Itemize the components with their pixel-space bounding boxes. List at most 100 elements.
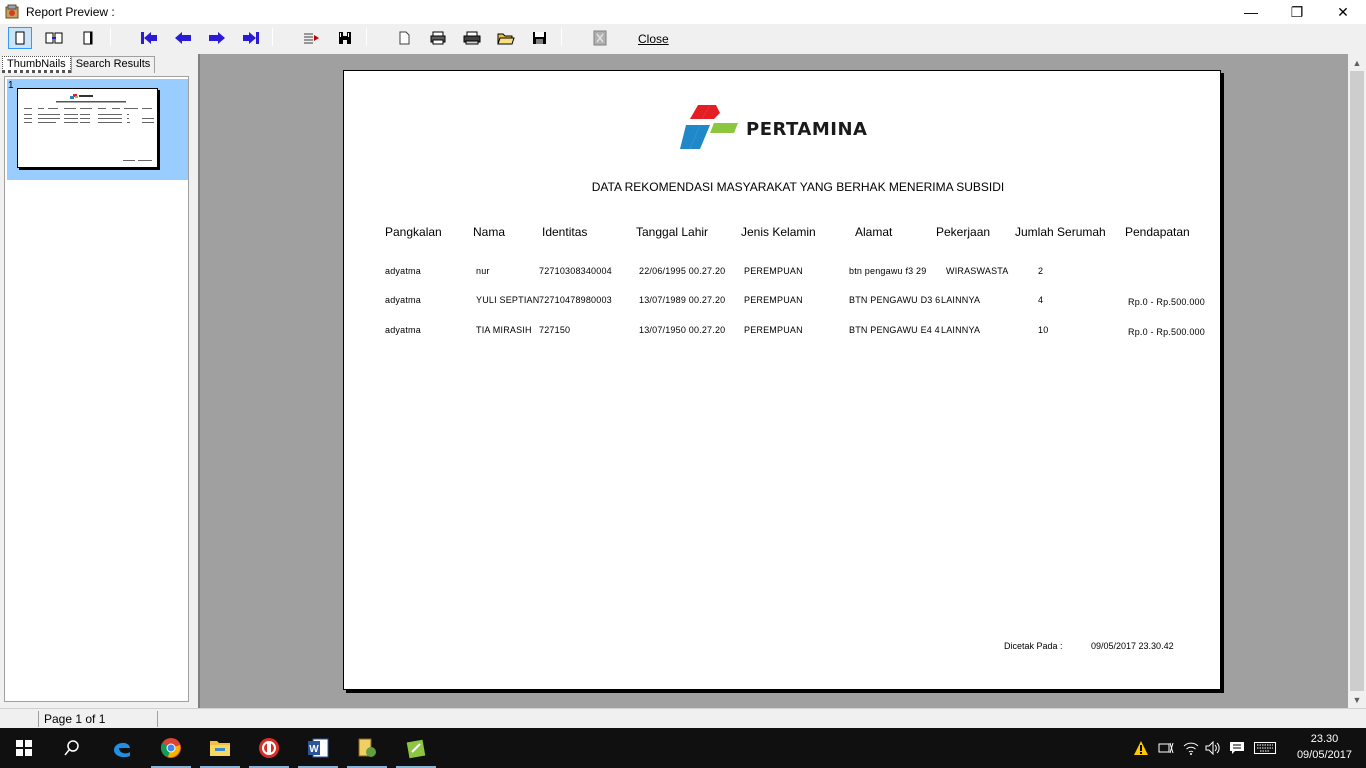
table-cell: nur (476, 266, 490, 276)
save-button[interactable] (528, 27, 552, 49)
report-title: DATA REKOMENDASI MASYARAKAT YANG BERHAK … (591, 180, 1005, 194)
column-header-identitas: Identitas (542, 225, 588, 239)
file-manager-taskbar-button[interactable] (343, 728, 391, 768)
one-page-button[interactable] (8, 27, 32, 49)
export-button[interactable] (588, 27, 612, 49)
word-taskbar-button[interactable]: W (294, 728, 342, 768)
notification-icon[interactable] (1229, 740, 1245, 756)
vertical-scrollbar[interactable]: ▲ ▼ (1348, 54, 1366, 708)
thumbnail-item[interactable]: 1 (7, 79, 188, 180)
last-page-icon (243, 32, 259, 44)
search-icon (64, 740, 79, 756)
notepad-plus-taskbar-button[interactable] (392, 728, 440, 768)
one-page-icon (15, 31, 25, 45)
prev-page-button[interactable] (171, 27, 195, 49)
printed-at-value: 09/05/2017 23.30.42 (1091, 641, 1174, 651)
column-header-nama: Nama (473, 225, 506, 239)
table-cell: 727150 (539, 325, 571, 335)
app-red-taskbar-button[interactable] (245, 728, 293, 768)
table-cell: YULI SEPTIAN (476, 295, 540, 305)
sidebar: ThumbNails Search Results 1 (0, 54, 192, 708)
wifi-icon[interactable] (1183, 740, 1199, 756)
thumbnail-page-preview (17, 88, 158, 168)
table-cell: BTN PENGAWU D3 6 (849, 295, 941, 305)
logo-text: PERTAMINA (746, 119, 868, 140)
network-adapter-icon[interactable] (1158, 740, 1174, 756)
column-header-jumlah-serumah: Jumlah Serumah (1015, 225, 1106, 239)
goto-page-button[interactable] (299, 27, 323, 49)
svg-text:W: W (309, 744, 319, 755)
edge-taskbar-button[interactable] (98, 728, 146, 768)
prev-page-icon (175, 32, 191, 44)
printed-at-label: Dicetak Pada : (1004, 641, 1063, 651)
column-header-pangkalan: Pangkalan (385, 225, 442, 239)
file-explorer-icon (210, 741, 230, 756)
table-cell: WIRASWASTA (946, 266, 1009, 276)
chrome-taskbar-button[interactable] (147, 728, 195, 768)
column-header-pendapatan: Pendapatan (1125, 225, 1190, 239)
table-cell: Rp.0 - Rp.500.000 (1128, 327, 1205, 337)
two-page-button[interactable] (42, 27, 66, 49)
keyboard-icon[interactable] (1254, 740, 1276, 756)
thumbnail-list: 1 (4, 76, 189, 702)
word-icon: W (308, 738, 329, 758)
export-icon (593, 30, 607, 46)
scroll-up-icon[interactable]: ▲ (1348, 54, 1366, 71)
column-header-tanggal-lahir: Tanggal Lahir (636, 225, 709, 239)
chrome-icon (160, 738, 181, 758)
printer-setup-button[interactable] (426, 27, 450, 49)
tab-search-results[interactable]: Search Results (70, 56, 156, 73)
table-cell: 22/06/1995 00.27.20 (639, 266, 726, 276)
scroll-thumb[interactable] (1350, 71, 1364, 691)
next-page-button[interactable] (205, 27, 229, 49)
clock-time: 23.30 (1310, 733, 1339, 745)
table-cell: 13/07/1989 00.27.20 (639, 295, 726, 305)
notepad-plus-icon (406, 739, 426, 759)
clock-date: 09/05/2017 (1296, 749, 1352, 761)
start-button[interactable] (0, 728, 48, 768)
find-icon (339, 32, 351, 44)
table-cell: 4 (1038, 295, 1044, 305)
page-setup-icon (399, 31, 410, 45)
window-title: Report Preview : (26, 5, 115, 19)
table-cell: PEREMPUAN (744, 325, 803, 335)
table-cell: PEREMPUAN (744, 266, 803, 276)
close-report-button[interactable]: Close (638, 32, 669, 46)
report-page: PERTAMINA DATA REKOMENDASI MASYARAKAT YA… (343, 70, 1221, 690)
table-cell: LAINNYA (941, 295, 981, 305)
column-header-alamat: Alamat (855, 225, 893, 239)
system-clock[interactable]: 23.30 09/05/2017 (1297, 731, 1352, 763)
tab-thumbnails[interactable]: ThumbNails (2, 56, 71, 73)
first-page-icon (141, 32, 157, 44)
print-button[interactable] (460, 27, 484, 49)
table-cell: 13/07/1950 00.27.20 (639, 325, 726, 335)
first-page-button[interactable] (137, 27, 161, 49)
two-page-icon (45, 32, 63, 44)
volume-icon[interactable] (1205, 740, 1221, 756)
printer-setup-icon (430, 31, 446, 45)
table-cell: 7271030834000​4 (539, 266, 612, 276)
page-width-button[interactable] (76, 27, 100, 49)
find-button[interactable] (333, 27, 357, 49)
table-cell: PEREMPUAN (744, 295, 803, 305)
warning-icon[interactable] (1133, 740, 1149, 756)
minimize-button[interactable]: — (1228, 0, 1274, 24)
restore-button[interactable]: ❐ (1274, 0, 1320, 24)
status-bar: Page 1 of 1 (0, 708, 1366, 728)
goto-page-icon (304, 33, 319, 44)
table-cell: adyatma (385, 266, 421, 276)
title-bar: Report Preview : — ❐ ✕ (0, 0, 1366, 24)
table-cell: 10 (1038, 325, 1049, 335)
scroll-down-icon[interactable]: ▼ (1348, 691, 1366, 708)
next-page-icon (209, 32, 225, 44)
page-setup-button[interactable] (392, 27, 416, 49)
taskbar: W 23.30 09/05/2017 (0, 728, 1366, 768)
close-window-button[interactable]: ✕ (1320, 0, 1366, 24)
pertamina-logo: PERTAMINA (680, 103, 880, 149)
table-cell: LAINNYA (941, 325, 981, 335)
search-button[interactable] (48, 728, 96, 768)
file-explorer-taskbar-button[interactable] (196, 728, 244, 768)
open-button[interactable] (494, 27, 518, 49)
table-cell: TIA MIRASIH (476, 325, 532, 335)
last-page-button[interactable] (239, 27, 263, 49)
